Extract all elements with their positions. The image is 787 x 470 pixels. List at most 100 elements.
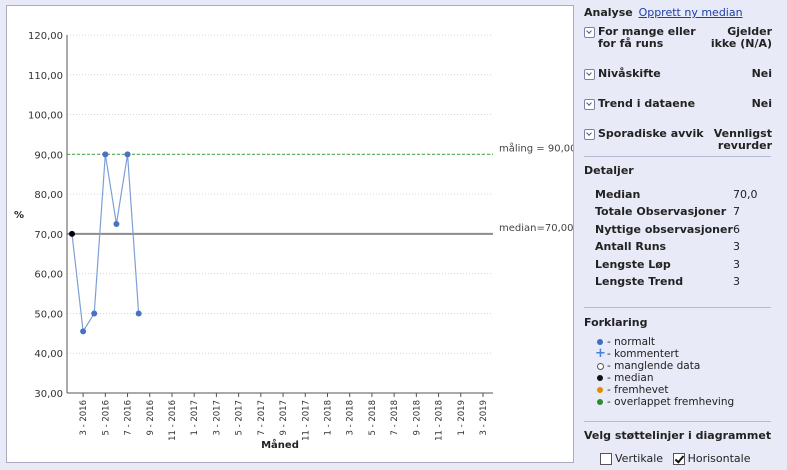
data-point <box>124 151 131 158</box>
chart-panel: måling = 90,00 median=70,00 120,00 110,00 1… <box>6 5 574 463</box>
legend-label: - normalt <box>607 336 656 348</box>
divider <box>584 307 771 308</box>
expand-toggle-icon[interactable] <box>584 129 595 140</box>
support-lines-title: Velg støttelinjer i diagrammet <box>584 429 772 442</box>
x-tick-label: 3 - 2017 <box>212 400 222 436</box>
legend-label: - overlappet fremheving <box>607 396 735 408</box>
x-tick-label: 1 - 2017 <box>190 400 200 436</box>
detail-row: Lengste Trend 3 <box>595 275 771 288</box>
expand-toggle-icon[interactable] <box>584 69 595 80</box>
x-tick-label: 11 - 2016 <box>168 400 178 441</box>
y-tick-label: 40,00 <box>34 349 63 360</box>
divider <box>584 156 771 157</box>
series-line <box>71 154 140 334</box>
x-tick-label: 9 - 2018 <box>412 400 422 436</box>
reference-line-label: median=70,00 <box>499 223 573 234</box>
legend-item-missing: - manglende data <box>595 360 700 372</box>
data-point <box>80 328 87 335</box>
series-layer <box>69 151 142 335</box>
criterion-label: Trend i dataene <box>598 97 696 110</box>
orange-dot-icon <box>597 387 603 393</box>
details-title: Detaljer <box>584 164 634 177</box>
x-tick-label: 9 - 2016 <box>146 400 156 436</box>
criterion-runs[interactable]: For mange eller for få runs Gjelder ikke… <box>584 26 772 52</box>
black-dot-icon <box>597 375 603 381</box>
criterion-level-shift[interactable]: Nivåskifte Nei <box>584 68 772 82</box>
support-lines-options: Vertikale Horisontale <box>600 452 750 465</box>
x-tick-label: 5 - 2017 <box>235 400 245 436</box>
y-tick-label: 70,00 <box>34 230 63 241</box>
x-tick-label: 3 - 2018 <box>346 400 356 436</box>
legend-item-overlapped: - overlappet fremheving <box>595 396 734 408</box>
criterion-sporadic[interactable]: Sporadiske avvik Vennligst revurder <box>584 128 772 154</box>
y-tick-label: 30,00 <box>34 389 63 400</box>
detail-label: Nyttige observasjoner <box>595 223 733 236</box>
blue-dot-icon <box>597 339 603 345</box>
data-point <box>69 230 75 237</box>
criterion-trend[interactable]: Trend i dataene Nei <box>584 98 772 112</box>
criterion-value: Vennligst revurder <box>713 127 772 152</box>
detail-label: Totale Observasjoner <box>595 205 727 218</box>
data-point <box>135 310 142 317</box>
create-median-link[interactable]: Opprett ny median <box>639 6 743 19</box>
detail-row: Lengste Løp 3 <box>595 258 771 271</box>
divider <box>584 421 771 422</box>
x-tick-label: 11 - 2018 <box>435 400 445 441</box>
y-tick-label: 80,00 <box>34 190 63 201</box>
x-tick-label: 7 - 2018 <box>390 400 400 436</box>
x-tick-label: 1 - 2019 <box>457 400 467 436</box>
legend-label: - manglende data <box>607 360 701 372</box>
axes: 120,00 110,00 100,00 90,00 80,00 70,00 60,00 50… <box>28 31 493 441</box>
x-tick-label: 3 - 2019 <box>479 400 489 436</box>
criterion-label: Nivåskifte <box>598 67 661 80</box>
legend-label: - kommentert <box>607 348 679 360</box>
hollow-dot-icon <box>596 362 604 370</box>
detail-label: Median <box>595 188 641 201</box>
x-axis-label: Måned <box>261 438 299 451</box>
criterion-label: For mange eller for få runs <box>598 25 696 50</box>
x-tick-label: 3 - 2016 <box>79 400 89 436</box>
detail-label: Lengste Trend <box>595 275 684 288</box>
detail-value: 70,0 <box>733 188 758 201</box>
reference-lines: måling = 90,00 median=70,00 <box>67 141 573 235</box>
reference-line-label: måling = 90,00 <box>499 141 573 154</box>
legend-label: - median <box>607 372 654 384</box>
x-tick-label: 1 - 2018 <box>323 400 333 436</box>
detail-value: 7 <box>733 205 740 218</box>
legend-item-median: - median <box>595 372 654 384</box>
legend-label: - fremhevet <box>607 384 669 396</box>
vertical-checkbox[interactable] <box>600 453 612 465</box>
y-axis-label: % <box>14 210 24 221</box>
detail-row: Median 70,0 <box>595 188 771 201</box>
run-chart: måling = 90,00median=70,00 120,00110,001… <box>14 31 573 451</box>
legend-title: Forklaring <box>584 316 648 329</box>
data-point <box>91 310 98 317</box>
horizontal-label: Horisontale <box>687 452 751 465</box>
detail-label: Antall Runs <box>595 240 667 253</box>
plus-icon: + <box>595 346 606 361</box>
x-tick-label: 7 - 2017 <box>257 400 267 436</box>
y-tick-label: 60,00 <box>34 270 63 281</box>
data-point <box>102 151 109 158</box>
x-tick-label: 9 - 2017 <box>279 400 289 436</box>
detail-row: Totale Observasjoner 7 <box>595 205 771 218</box>
x-tick-label: 11 - 2017 <box>301 400 311 441</box>
analyse-header: Analyse Opprett ny median <box>584 6 743 19</box>
legend-item-commented: +- kommentert <box>595 346 679 361</box>
expand-toggle-icon[interactable] <box>584 99 595 110</box>
data-point <box>113 220 120 227</box>
green-dot-icon <box>597 399 603 405</box>
horizontal-checkbox[interactable] <box>672 453 685 465</box>
criterion-label: Sporadiske avvik <box>598 127 704 140</box>
y-tick-label: 120,00 <box>28 31 63 42</box>
detail-value: 6 <box>733 223 740 236</box>
criterion-value: Nei <box>751 97 772 110</box>
y-tick-label: 50,00 <box>34 309 63 320</box>
legend-item-highlighted: - fremhevet <box>595 384 669 396</box>
detail-label: Lengste Løp <box>595 258 671 271</box>
y-tick-label: 100,00 <box>28 111 63 122</box>
expand-toggle-icon[interactable] <box>584 27 595 38</box>
detail-row: Nyttige observasjoner 6 <box>595 223 771 236</box>
detail-row: Antall Runs 3 <box>595 240 771 253</box>
analysis-panel: Analyse Opprett ny median For mange elle… <box>584 0 782 470</box>
